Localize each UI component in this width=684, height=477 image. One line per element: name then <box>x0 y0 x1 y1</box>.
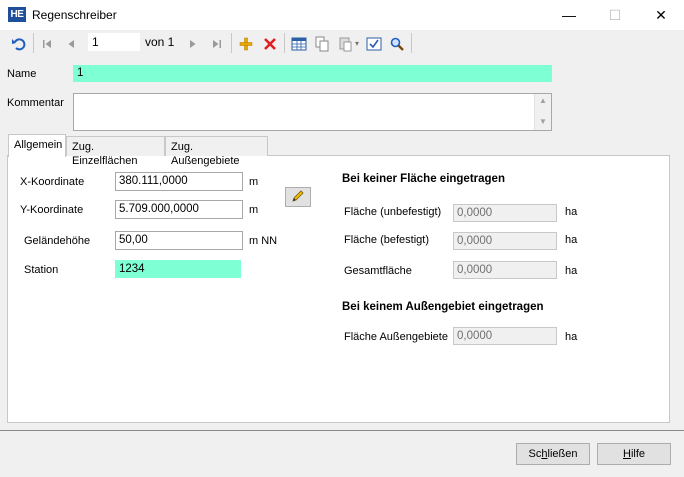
paste-icon[interactable] <box>336 34 356 54</box>
tab-panel-general <box>7 155 670 423</box>
no-surface-section-title: Bei keiner Fläche eingetragen <box>342 173 505 185</box>
name-label: Name <box>7 68 37 80</box>
table-view-icon[interactable] <box>289 34 309 54</box>
toolbar-separator <box>231 33 232 53</box>
tab-external-areas[interactable]: Zug. Außengebiete <box>165 136 268 167</box>
close-window-button[interactable]: ✕ <box>638 0 684 30</box>
tab-general[interactable]: Allgemein <box>8 134 66 157</box>
unpaved-area-label: Fläche (unbefestigt) <box>344 206 442 218</box>
record-count-label: von 1 <box>145 35 175 49</box>
ground-level-label: Geländehöhe <box>24 235 91 247</box>
ground-level-unit: m NN <box>249 235 278 247</box>
scroll-up-icon[interactable]: ▲ <box>539 96 547 105</box>
record-number-input[interactable] <box>88 33 140 51</box>
x-coordinate-label: X-Koordinate <box>20 176 85 188</box>
paved-area-label: Fläche (befestigt) <box>344 234 429 246</box>
previous-record-icon[interactable] <box>61 34 81 54</box>
help-button-label: ilfe <box>630 448 645 460</box>
help-button[interactable]: Hilfe <box>597 443 671 465</box>
total-area-unit: ha <box>565 265 578 277</box>
close-button-label: Sc <box>528 448 542 460</box>
undo-icon[interactable] <box>9 34 29 54</box>
total-area-label: Gesamtfläche <box>344 265 412 277</box>
first-record-icon[interactable] <box>37 34 57 54</box>
paved-area-unit: ha <box>565 234 578 246</box>
scroll-down-icon[interactable]: ▼ <box>539 117 547 126</box>
unpaved-area-field: 0,0000 <box>453 204 557 222</box>
toolbar-separator <box>411 33 412 53</box>
last-record-icon[interactable] <box>207 34 227 54</box>
window-title: Regenschreiber <box>32 8 117 22</box>
help-button-accesskey: H <box>622 448 631 460</box>
station-label: Station <box>24 264 59 276</box>
tab-single-areas[interactable]: Zug. Einzelflächen <box>66 136 165 167</box>
total-area-field: 0,0000 <box>453 261 557 279</box>
maximize-button[interactable]: ☐ <box>592 0 638 30</box>
paste-dropdown-icon[interactable]: ▾ <box>355 39 359 48</box>
external-area-label: Fläche Außengebiete <box>344 331 448 343</box>
no-external-section-title: Bei keinem Außengebiet eingetragen <box>342 301 544 313</box>
external-area-unit: ha <box>565 331 578 343</box>
minimize-button[interactable]: — <box>546 0 592 30</box>
search-icon[interactable] <box>387 34 407 54</box>
x-coordinate-field[interactable]: 380.111,0000 <box>115 172 243 191</box>
station-field[interactable]: 1234 <box>115 260 241 278</box>
close-button-label-rest: ließen <box>547 448 578 460</box>
y-coordinate-unit: m <box>249 204 259 216</box>
add-record-icon[interactable] <box>236 34 256 54</box>
edit-coordinates-button[interactable] <box>285 187 311 207</box>
comment-scrollbar[interactable]: ▲ ▼ <box>534 94 551 130</box>
close-button[interactable]: Schließen <box>516 443 590 465</box>
comment-label: Kommentar <box>7 97 64 109</box>
name-field[interactable]: 1 <box>73 65 552 82</box>
y-coordinate-label: Y-Koordinate <box>20 204 84 216</box>
toolbar-separator <box>33 33 34 53</box>
x-coordinate-unit: m <box>249 176 259 188</box>
bottom-divider <box>0 430 684 431</box>
check-icon[interactable] <box>364 34 384 54</box>
unpaved-area-unit: ha <box>565 206 578 218</box>
external-area-field: 0,0000 <box>453 327 557 345</box>
delete-record-icon[interactable] <box>260 34 280 54</box>
comment-field[interactable]: ▲ ▼ <box>73 93 552 131</box>
y-coordinate-field[interactable]: 5.709.000,0000 <box>115 200 243 219</box>
app-icon: HE <box>8 7 26 22</box>
toolbar-separator <box>284 33 285 53</box>
copy-icon[interactable] <box>312 34 332 54</box>
pencil-icon <box>291 189 305 206</box>
paved-area-field: 0,0000 <box>453 232 557 250</box>
next-record-icon[interactable] <box>183 34 203 54</box>
ground-level-field[interactable]: 50,00 <box>115 231 243 250</box>
